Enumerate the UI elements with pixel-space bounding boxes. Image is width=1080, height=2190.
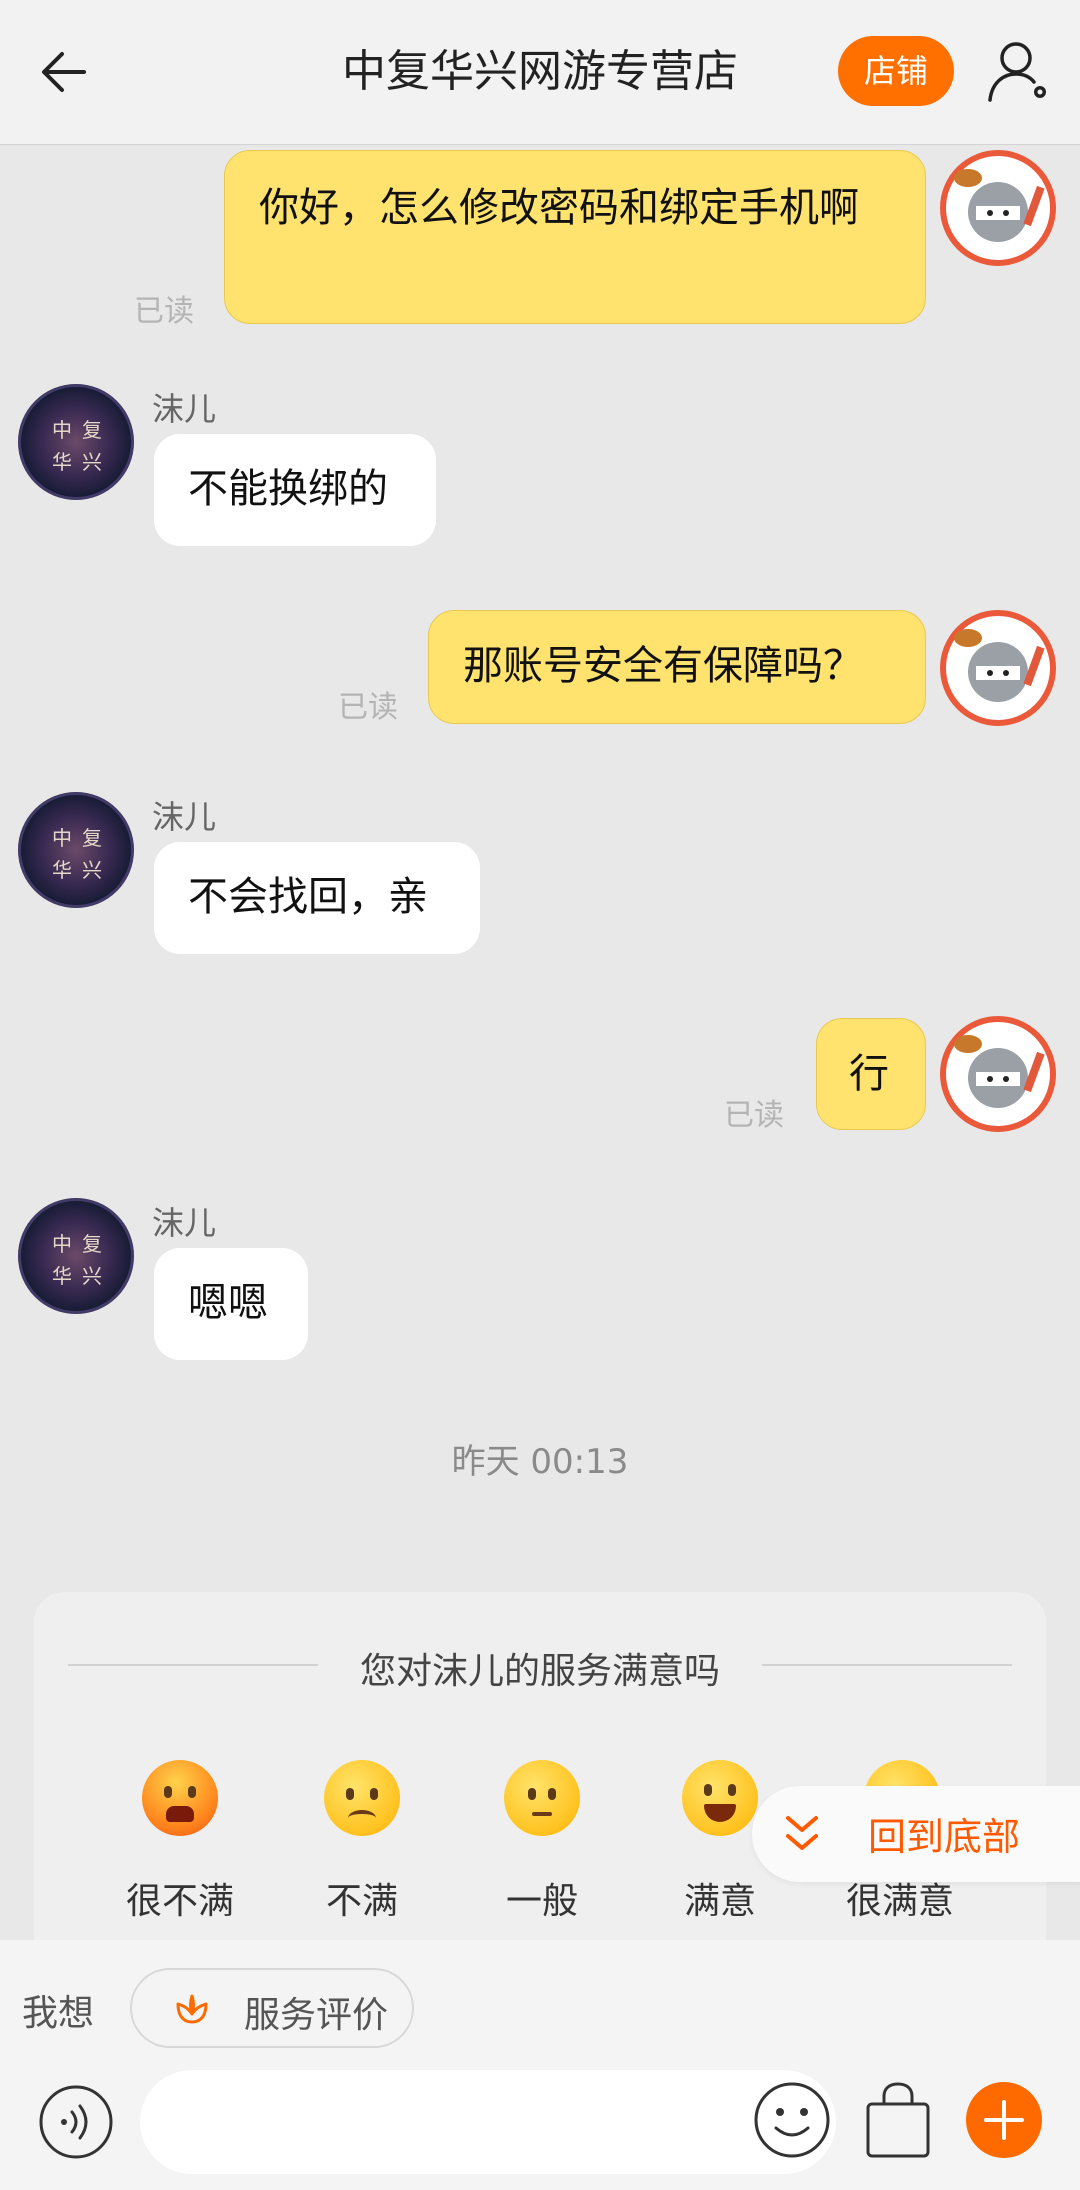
message-bubble-mine[interactable]: 你好，怎么修改密码和绑定手机啊 (224, 150, 926, 324)
shop-button[interactable]: 店铺 (838, 36, 954, 106)
ninja-avatar-icon (954, 629, 1045, 702)
service-review-label: 服务评价 (244, 1995, 389, 2036)
ninja-avatar-icon (954, 169, 1045, 242)
sender-name: 沫儿 (152, 1204, 217, 1242)
back-to-bottom-label: 回到底部 (868, 1815, 1021, 1859)
shop-avatar[interactable]: 中 复 华 兴 (18, 792, 134, 908)
ninja-avatar-icon (954, 1035, 1045, 1108)
message-bubble-mine[interactable]: 行 (816, 1018, 926, 1130)
rating-label[interactable]: 满意 (640, 1872, 800, 1924)
message-bubble-theirs[interactable]: 嗯嗯 (154, 1248, 308, 1360)
user-settings-icon[interactable] (986, 38, 1054, 106)
message-bubble-mine[interactable]: 那账号安全有保障吗？ (428, 610, 926, 724)
message-bubble-theirs[interactable]: 不能换绑的 (154, 434, 436, 546)
plus-icon (984, 2100, 1024, 2140)
back-to-bottom-button[interactable]: 回到底部 (752, 1786, 1080, 1882)
my-avatar[interactable] (940, 610, 1056, 726)
flower-icon (176, 1994, 208, 2024)
read-status: 已读 (134, 294, 194, 329)
sender-name: 沫儿 (152, 390, 217, 428)
message-bubble-theirs[interactable]: 不会找回，亲 (154, 842, 480, 954)
quick-action-prefix: 我想 (22, 1993, 95, 2034)
very-unsatisfied-emoji-icon[interactable] (142, 1760, 218, 1836)
rating-label[interactable]: 很不满 (100, 1872, 260, 1924)
double-chevron-down-icon (786, 1816, 818, 1850)
read-status: 已读 (724, 1098, 784, 1133)
shop-avatar[interactable]: 中 复 华 兴 (18, 1198, 134, 1314)
sender-name: 沫儿 (152, 798, 217, 836)
unsatisfied-emoji-icon[interactable] (324, 1760, 400, 1836)
emoji-icon[interactable] (752, 2080, 832, 2160)
read-status: 已读 (338, 690, 398, 725)
plus-button[interactable] (966, 2082, 1042, 2158)
message-timestamp: 昨天 00:13 (451, 1442, 629, 1482)
shop-avatar[interactable]: 中 复 华 兴 (18, 384, 134, 500)
voice-icon[interactable] (38, 2084, 114, 2160)
satisfied-emoji-icon[interactable] (682, 1760, 758, 1836)
service-review-chip[interactable]: 服务评价 (130, 1968, 414, 2048)
my-avatar[interactable] (940, 150, 1056, 266)
rating-label[interactable]: 一般 (462, 1872, 622, 1924)
input-bar: 我想 服务评价 (0, 1940, 1080, 2190)
shopping-bag-icon[interactable] (862, 2080, 934, 2160)
message-input[interactable] (140, 2070, 836, 2174)
divider (762, 1664, 1012, 1666)
my-avatar[interactable] (940, 1016, 1056, 1132)
rating-question: 您对沫儿的服务满意吗 (359, 1651, 720, 1692)
neutral-emoji-icon[interactable] (504, 1760, 580, 1836)
chat-header: 中复华兴网游专营店 店铺 (0, 0, 1080, 145)
rating-label[interactable]: 不满 (282, 1872, 442, 1924)
